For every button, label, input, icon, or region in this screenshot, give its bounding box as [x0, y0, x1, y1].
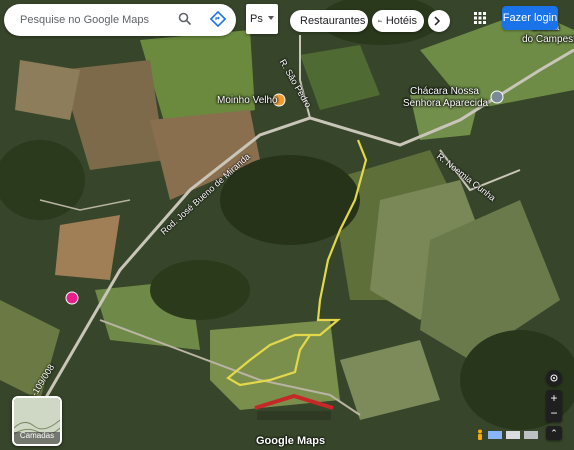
zoom-in-icon[interactable]: + — [550, 391, 557, 406]
place-label-moinho[interactable]: Moinho Velho — [217, 95, 278, 106]
layers-label: Camadas — [19, 431, 55, 440]
restaurants-chip[interactable]: Restaurantes — [290, 10, 368, 32]
location-icon — [550, 374, 558, 382]
imagery-thumbnail-1[interactable] — [488, 431, 502, 439]
hotels-chip[interactable]: Hotéis — [372, 10, 424, 32]
chevron-down-icon — [268, 16, 274, 20]
search-input[interactable] — [18, 13, 172, 27]
apps-icon[interactable] — [474, 12, 486, 24]
place-label-chacara-2[interactable]: Senhora Aparecida — [403, 98, 488, 109]
map-type-value: Ps — [250, 13, 263, 25]
place-label-estiva-2[interactable]: do Campestre — [522, 34, 574, 45]
search-icon[interactable] — [178, 12, 192, 26]
forest — [150, 260, 250, 320]
layers-button[interactable]: Camadas — [12, 396, 62, 446]
hotels-chip-label: Hotéis — [385, 15, 417, 27]
watermark-stamp — [254, 394, 334, 420]
hotel-pin-icon[interactable] — [65, 291, 79, 305]
zoom-controls: + − — [546, 390, 562, 422]
restaurants-chip-label: Restaurantes — [300, 15, 366, 27]
google-maps-logo: Google Maps — [256, 435, 326, 447]
place-pin-icon[interactable] — [490, 90, 504, 104]
chevron-right-icon — [434, 16, 441, 26]
place-label-chacara-1[interactable]: Chácara Nossa — [410, 86, 479, 97]
my-location-button[interactable] — [546, 370, 562, 386]
field — [15, 60, 80, 120]
more-chips-button[interactable] — [428, 10, 450, 32]
pegman-icon[interactable] — [476, 429, 484, 441]
imagery-thumbnail-3[interactable] — [524, 431, 538, 439]
directions-icon[interactable] — [210, 11, 226, 27]
map-type-select[interactable]: Ps — [246, 4, 278, 34]
field — [55, 215, 120, 280]
login-button[interactable]: Fazer login — [502, 6, 558, 30]
imagery-thumbnail-2[interactable] — [506, 431, 520, 439]
hotel-icon — [378, 19, 382, 23]
zoom-out-icon[interactable]: − — [550, 406, 557, 421]
bottom-controls — [476, 428, 568, 442]
search-box[interactable] — [4, 4, 236, 36]
